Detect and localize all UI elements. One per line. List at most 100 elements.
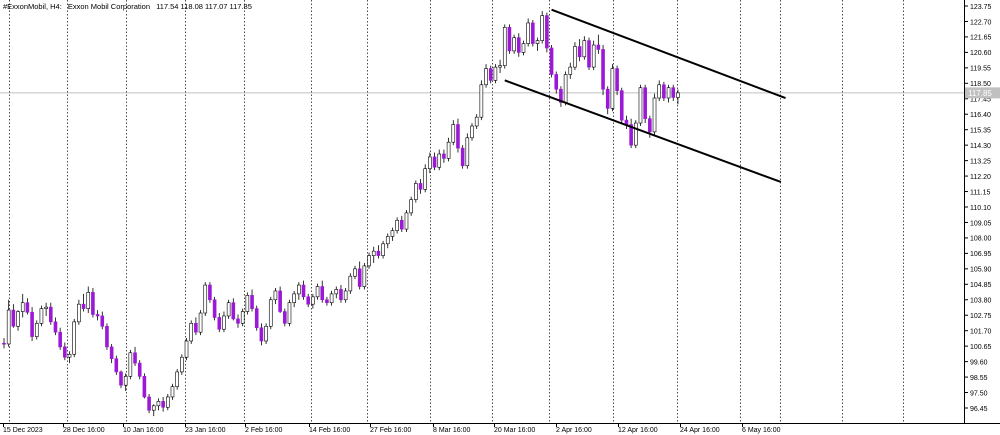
candle-body-bear [231,302,236,320]
candle [526,18,530,47]
candle-body-bull [166,396,170,408]
candle [619,87,624,125]
candle-body-bull [465,137,470,167]
candle-body-bull [502,27,507,66]
candle [502,24,507,69]
candle [633,120,638,149]
candle [30,307,34,341]
candle [268,296,273,330]
candle-body-bull [362,265,367,287]
candle-body-bear [339,289,343,301]
candle-body-bear [81,303,86,309]
candle-body-bear [278,290,282,312]
y-tick-label: 114.30 [970,143,991,150]
y-tick-label: 115.35 [970,127,991,134]
candle-body-bull [676,92,680,98]
chart-header: #ExxonMobil, H4: Exxon Mobil Corporation… [3,2,252,11]
candle [587,37,591,71]
y-tick-label: 122.70 [970,19,992,26]
candle-body-bear [212,299,217,318]
candle-body-bull [16,311,20,327]
x-tick-label: 14 Feb 16:00 [309,427,350,434]
candle-body-bear [133,352,137,364]
candle-body-bear [619,90,624,121]
candle-body-bear [418,183,423,190]
candle-body-bull [610,68,615,109]
candle-body-bear [137,362,142,377]
candle-body-bear [114,358,119,373]
candle-body-bull [77,303,81,323]
candle [91,287,95,318]
candle-body-bear [648,118,652,133]
candle-body-bear [217,317,222,330]
candle-body-bull [245,295,250,312]
candle-body-bear [194,323,198,333]
candle-body-bear [516,37,521,53]
candle-body-bull [428,156,432,170]
candle [245,292,250,315]
y-tick-label: 105.90 [970,267,992,274]
candle-body-bull [591,44,596,68]
candle [119,370,123,389]
y-tick-label: 110.10 [970,205,991,212]
candle-body-bear [30,311,34,337]
candle-body-bear [615,68,619,91]
candle [287,299,292,327]
candle [470,123,474,141]
candle-body-bull [474,116,479,127]
candle-body-bull [180,356,184,373]
candle [39,305,44,327]
candle [189,320,193,344]
candle-body-bear [456,124,460,149]
y-tick-label: 97.50 [970,390,988,397]
y-tick-label: 112.20 [970,174,991,181]
candle-body-bear [53,321,58,333]
candle-body-bull [72,321,76,355]
y-tick-label: 118.50 [970,81,991,88]
candle-body-bull [657,84,662,99]
candle-body-bear [306,296,311,305]
candle [512,34,516,54]
price-tag: 117.85 [965,87,1000,99]
candle-body-bear [250,295,254,309]
candle-body-bull [451,124,456,143]
candle-body-bull [292,293,296,304]
candle-body-bear [25,302,30,313]
candle-body-bull [385,236,390,245]
candle-body-bear [48,306,53,323]
candle-body-bull [348,275,353,292]
candle-body-bear [95,314,100,317]
chart-container[interactable]: 123.75 122.70 121.65 120.60 119.55 118.50 117.… [0,0,1000,435]
candle-body-bull [395,219,399,231]
candle-body-bear [596,44,601,50]
y-tick-label: 116.40 [970,112,991,119]
candle-body-bear [259,327,264,342]
candle [128,349,133,380]
candle-body-bull [633,122,638,146]
candle [601,45,605,96]
candle-body-bull [353,268,357,277]
candle-body-bear [100,315,105,327]
candle [404,209,409,233]
y-tick-label: 100.65 [970,344,992,351]
candle-body-bull [86,292,91,309]
y-tick-label: 96.45 [970,406,988,413]
candle-body-bull [203,284,208,314]
candle [240,308,245,327]
candle-body-bear [399,219,404,230]
candle [137,360,142,380]
candle-body-bull [666,87,671,99]
candle-body-bull [479,84,484,118]
candle-body-bull [189,323,193,342]
candle-body-bear [488,68,493,81]
candle-body-bear [2,342,6,345]
candlestick-chart[interactable]: 123.75122.70121.65120.60119.55118.50117.… [0,0,1000,435]
candle-body-bear [325,299,329,304]
candle-body-bull [287,302,292,324]
candle-body-bull [652,97,657,133]
candle-body-bull [67,353,72,358]
candle-body-bear [643,87,647,119]
candle [610,64,615,112]
candle [465,133,470,169]
candle-body-bear [91,292,95,315]
